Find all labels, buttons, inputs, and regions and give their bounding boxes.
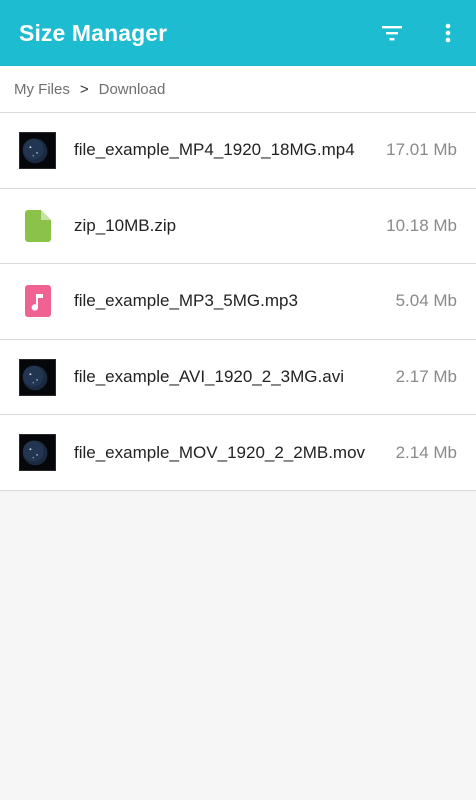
video-thumbnail-icon [19,358,56,396]
breadcrumb-root[interactable]: My Files [14,81,70,98]
file-size: 2.17 Mb [395,367,457,387]
file-name: file_example_MP3_5MG.mp3 [74,291,298,311]
file-thumbnail [19,283,56,320]
file-thumbnail [19,207,56,244]
file-size: 5.04 Mb [395,291,457,311]
file-row[interactable]: file_example_AVI_1920_2_3MG.avi 2.17 Mb [0,340,476,416]
filter-icon [382,26,402,41]
more-vert-icon [445,23,451,43]
breadcrumb-separator: > [79,80,89,98]
filter-button[interactable] [364,0,420,66]
breadcrumb-current: Download [98,80,166,98]
file-name: file_example_AVI_1920_2_3MG.avi [74,367,344,387]
file-row[interactable]: file_example_MOV_1920_2_2MB.mov 2.14 Mb [0,415,476,491]
file-row[interactable]: file_example_MP4_1920_18MG.mp4 17.01 Mb [0,113,476,189]
more-options-button[interactable] [420,0,476,66]
file-list: file_example_MP4_1920_18MG.mp4 17.01 Mb … [0,113,476,491]
app-actions [364,0,476,66]
breadcrumb: My Files > Download [0,66,476,113]
zip-file-icon [24,209,51,242]
file-thumbnail [19,434,56,472]
file-thumbnail [19,131,56,169]
file-row[interactable]: file_example_MP3_5MG.mp3 5.04 Mb [0,264,476,340]
file-name: file_example_MP4_1920_18MG.mp4 [74,140,355,160]
file-thumbnail [19,358,56,396]
file-row[interactable]: zip_10MB.zip 10.18 Mb [0,189,476,265]
app-title: Size Manager [19,19,168,46]
file-size: 10.18 Mb [386,215,457,235]
file-name: file_example_MOV_1920_2_2MB.mov [74,442,366,462]
video-thumbnail-icon [19,434,56,472]
video-thumbnail-icon [19,131,56,169]
audio-file-icon [24,285,51,318]
file-name: zip_10MB.zip [74,215,177,235]
app-bar: Size Manager [0,0,476,66]
file-size: 2.14 Mb [395,442,457,462]
file-size: 17.01 Mb [386,140,457,160]
